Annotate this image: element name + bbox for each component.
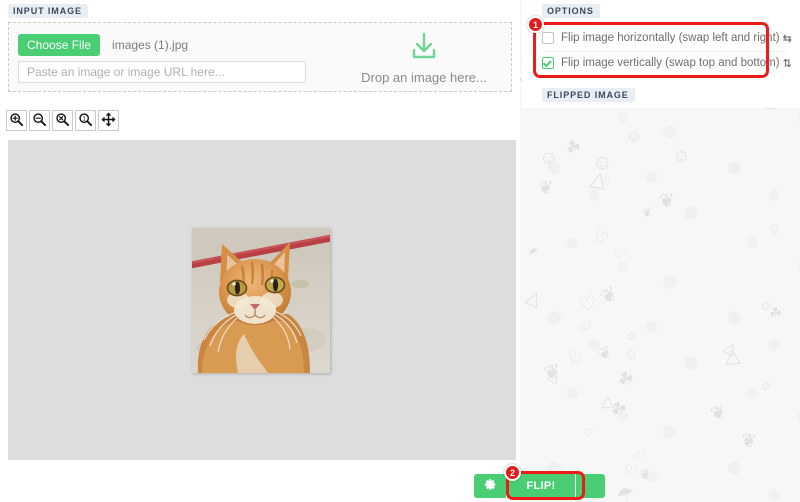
zoom-reset-button[interactable] [52,110,73,131]
action-bar-extra-button[interactable] [576,474,605,498]
right-panel: OPTIONS Flip image horizontally (swap le… [522,0,800,502]
option-flip-vertical[interactable]: Flip image vertically (swap top and bott… [542,51,786,74]
flip-vertical-checkbox[interactable] [542,57,554,69]
action-bar: FLIP! [474,474,605,498]
selected-file-name: images (1).jpg [112,38,188,52]
input-image-section-label: INPUT IMAGE [8,4,88,18]
canvas-zoom-toolbar: 1 [6,110,119,131]
zoom-in-icon [9,112,24,130]
file-chooser-row: Choose File images (1).jpg [18,34,188,56]
zoom-in-button[interactable] [6,110,27,131]
settings-button[interactable] [474,474,506,498]
move-tool-button[interactable] [98,110,119,131]
swap-vertical-icon: ⇅ [783,57,792,70]
flipped-image-output [522,108,800,502]
annotation-badge-1: 1 [527,16,544,33]
swap-horizontal-icon: ⇆ [783,32,792,45]
gear-icon [484,478,497,494]
left-panel: INPUT IMAGE Choose File images (1).jpg D… [0,0,520,502]
option-flip-horizontal[interactable]: Flip image horizontally (swap left and r… [542,27,786,49]
cat-photo[interactable] [192,228,330,373]
flipped-image-section-label: FLIPPED IMAGE [542,88,635,102]
svg-text:1: 1 [82,116,86,122]
drop-hint-label: Drop an image here... [361,70,487,85]
flip-horizontal-checkbox[interactable] [542,32,554,44]
annotation-badge-2: 2 [504,464,521,481]
choose-file-button[interactable]: Choose File [18,34,100,56]
move-icon [101,112,116,130]
zoom-out-icon [32,112,47,130]
drop-hint: Drop an image here... [339,31,509,85]
zoom-out-button[interactable] [29,110,50,131]
flip-vertical-label: Flip image vertically (swap top and bott… [561,57,780,69]
zoom-actual-size-button[interactable]: 1 [75,110,96,131]
zoom-actual-size-icon: 1 [78,112,93,130]
zoom-reset-icon [55,112,70,130]
options-section-label: OPTIONS [542,4,600,18]
download-arrow-icon [339,31,509,66]
image-url-input[interactable] [18,61,306,83]
flipped-image-header: FLIPPED IMAGE [522,84,800,108]
flip-horizontal-label: Flip image horizontally (swap left and r… [561,32,780,44]
image-dropzone[interactable]: Choose File images (1).jpg Drop an image… [8,22,512,92]
input-image-canvas[interactable] [8,140,516,460]
options-panel: OPTIONS Flip image horizontally (swap le… [522,0,800,84]
